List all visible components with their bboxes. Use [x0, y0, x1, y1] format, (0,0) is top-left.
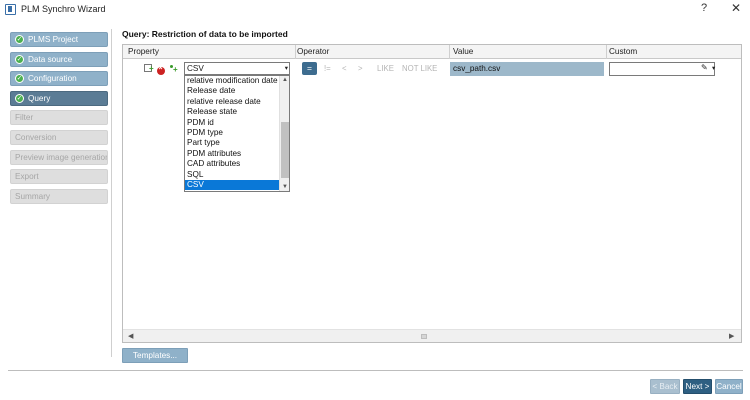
dropdown-option[interactable]: relative modification date [185, 76, 279, 86]
step-preview-image-generation: Preview image generation [10, 149, 108, 165]
back-button[interactable]: < Back [650, 379, 680, 394]
step-label: PLMS Project [28, 35, 79, 44]
dropdown-option[interactable]: relative release date [185, 97, 279, 107]
dropdown-option[interactable]: Release state [185, 107, 279, 117]
step-label: Filter [15, 113, 34, 123]
dropdown-option-selected[interactable]: CSV [185, 179, 279, 191]
templates-button[interactable]: Templates... [122, 348, 188, 363]
dropdown-option[interactable]: PDM attributes [185, 149, 279, 159]
title-bar: PLM Synchro Wizard ? ✕ [0, 0, 750, 20]
step-label: Conversion [15, 132, 57, 142]
add-row-icon[interactable] [144, 64, 154, 73]
step-label: Preview image generation [15, 152, 108, 162]
column-header-operator[interactable]: Operator [297, 47, 329, 56]
chevron-down-icon[interactable]: ▾ [712, 64, 715, 72]
query-grid: Property Operator Value Custom CSV ▾ rel… [122, 44, 742, 343]
operator-less-than-button[interactable]: < [342, 64, 347, 73]
step-label: Summary [15, 191, 51, 201]
dropdown-scrollbar[interactable]: ▲ ▼ [279, 76, 289, 191]
scrollbar-thumb[interactable] [281, 122, 289, 178]
help-button[interactable]: ? [701, 2, 707, 14]
step-filter: Filter [10, 110, 108, 126]
step-configuration[interactable]: ✓ Configuration [10, 71, 108, 87]
property-dropdown-list[interactable]: relative modification date Release date … [184, 75, 290, 192]
dropdown-option[interactable]: PDM type [185, 128, 279, 138]
property-select-value: CSV [187, 64, 204, 73]
check-icon: ✓ [15, 93, 24, 103]
operator-not-like-button[interactable]: NOT LIKE [402, 64, 437, 73]
next-button[interactable]: Next > [683, 379, 712, 394]
chevron-down-icon[interactable]: ▾ [285, 63, 288, 74]
page-title: Query: Restriction of data to be importe… [122, 29, 288, 39]
column-header-value[interactable]: Value [453, 47, 473, 56]
step-summary: Summary [10, 188, 108, 204]
operator-like-button[interactable]: LIKE [377, 64, 394, 73]
step-label: Query [28, 93, 51, 103]
horizontal-scrollbar[interactable]: ◀ ▶ [123, 329, 741, 342]
scroll-up-icon[interactable]: ▲ [282, 77, 288, 83]
dropdown-option[interactable]: Release date [185, 86, 279, 96]
step-conversion: Conversion [10, 129, 108, 145]
step-label: Configuration [28, 74, 77, 84]
dropdown-option[interactable]: SQL [185, 170, 279, 180]
footer-divider [8, 370, 743, 371]
step-export: Export [10, 169, 108, 185]
column-header-custom[interactable]: Custom [609, 47, 637, 56]
operator-not-equals-button[interactable]: != [324, 64, 331, 73]
wizard-steps: ✓ PLMS Project ✓ Data source ✓ Configura… [10, 32, 108, 208]
step-label: Export [15, 172, 39, 182]
step-label: Data source [28, 54, 73, 64]
dropdown-option[interactable]: CAD attributes [185, 159, 279, 169]
operator-equals-button[interactable]: = [302, 62, 317, 75]
remove-row-icon[interactable] [157, 65, 165, 75]
column-separator[interactable] [606, 45, 607, 59]
scroll-down-icon[interactable]: ▼ [282, 184, 288, 190]
check-icon: ✓ [15, 74, 24, 84]
check-icon: ✓ [15, 35, 24, 44]
dropdown-option[interactable]: Part type [185, 138, 279, 148]
dropdown-option[interactable]: PDM id [185, 118, 279, 128]
close-button[interactable]: ✕ [731, 1, 741, 15]
app-icon [5, 4, 16, 15]
property-select[interactable]: CSV ▾ [184, 62, 290, 75]
custom-field[interactable] [609, 62, 715, 76]
column-separator[interactable] [449, 45, 450, 59]
column-separator[interactable] [295, 45, 296, 59]
operator-greater-than-button[interactable]: > [358, 64, 363, 73]
scroll-right-icon[interactable]: ▶ [729, 332, 734, 340]
step-query[interactable]: ✓ Query [10, 90, 108, 106]
value-field[interactable]: csv_path.csv [450, 62, 604, 76]
window-title: PLM Synchro Wizard [21, 4, 106, 14]
check-icon: ✓ [15, 54, 24, 64]
scroll-left-icon[interactable]: ◀ [128, 332, 133, 340]
cancel-button[interactable]: Cancel [715, 379, 743, 394]
scrollbar-thumb[interactable] [421, 334, 427, 339]
grid-header: Property Operator Value Custom [123, 45, 741, 59]
sidebar-divider [111, 29, 112, 357]
add-subcondition-icon[interactable] [170, 65, 178, 74]
step-data-source[interactable]: ✓ Data source [10, 51, 108, 67]
pencil-icon[interactable]: ✎ [701, 63, 708, 72]
column-header-property[interactable]: Property [128, 47, 159, 56]
step-plms-project[interactable]: ✓ PLMS Project [10, 32, 108, 47]
